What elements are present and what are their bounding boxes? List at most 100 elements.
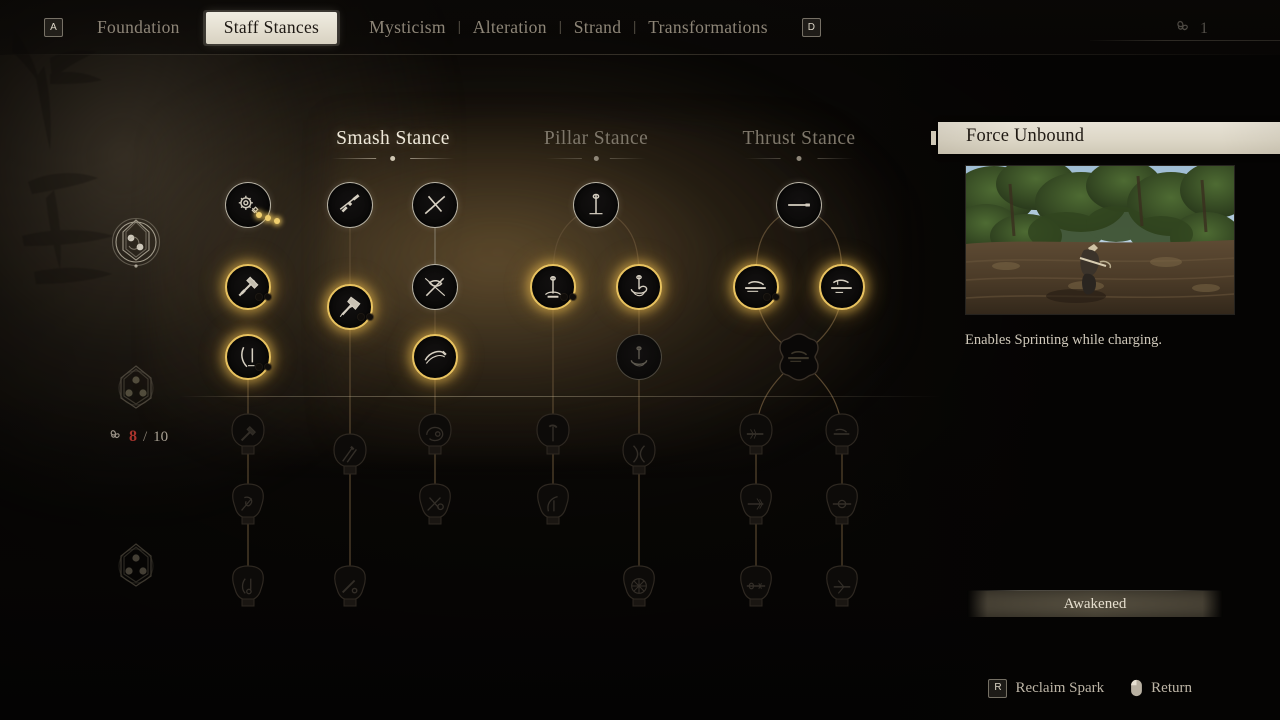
tab-alteration[interactable]: Alteration bbox=[463, 13, 557, 42]
skill-node-bind-thrust[interactable] bbox=[735, 564, 777, 614]
skill-node-slash-block[interactable] bbox=[412, 264, 458, 310]
thrust-line-icon bbox=[788, 203, 810, 207]
hint-reclaim-spark[interactable]: R Reclaim Spark bbox=[988, 678, 1105, 698]
skill-node-heavy-smash[interactable] bbox=[327, 284, 373, 330]
skill-node-double-rod[interactable] bbox=[329, 432, 371, 482]
skill-node-thrust-line[interactable] bbox=[776, 182, 822, 228]
bind-thrust-icon bbox=[746, 582, 766, 590]
thrust-burst-icon bbox=[746, 428, 764, 439]
mouse-icon bbox=[1131, 679, 1143, 697]
skill-node-pillar-swirl[interactable] bbox=[616, 264, 662, 310]
stance-label-pillar: Pillar Stance bbox=[543, 128, 649, 149]
next-tab-key-hint[interactable]: D bbox=[801, 18, 821, 37]
whirl-note-icon bbox=[241, 578, 252, 595]
skill-node-pillar-hook[interactable] bbox=[532, 482, 574, 532]
skill-node-smash-strike[interactable] bbox=[225, 264, 271, 310]
stance-header-pillar[interactable]: Pillar Stance bbox=[544, 128, 648, 162]
tab-staff-stances[interactable]: Staff Stances bbox=[202, 9, 341, 46]
spark-cost-current: 8 bbox=[129, 428, 137, 445]
skill-node-scissor-cross[interactable] bbox=[618, 432, 660, 482]
tab-foundation[interactable]: Foundation bbox=[87, 13, 190, 42]
hint-return[interactable]: Return bbox=[1130, 679, 1192, 697]
skill-node-thrust-lunge[interactable] bbox=[821, 412, 863, 462]
skill-node-pillar-pole[interactable] bbox=[573, 182, 619, 228]
keycap-icon: R bbox=[988, 678, 1008, 698]
skill-node-staff-thrust[interactable] bbox=[327, 182, 373, 228]
skill-node-cross-drop[interactable] bbox=[414, 482, 456, 532]
thrust-flare-icon bbox=[747, 498, 764, 510]
three-dot-emblem-2[interactable] bbox=[105, 534, 167, 596]
skill-node-pinwheel[interactable] bbox=[618, 564, 660, 614]
skill-status-button[interactable]: Awakened bbox=[967, 590, 1223, 617]
pinwheel-icon bbox=[631, 578, 647, 594]
skill-node-comet-smash[interactable] bbox=[414, 412, 456, 462]
stance-underline-thrust bbox=[743, 155, 856, 162]
skill-node-rod-spin[interactable] bbox=[329, 564, 371, 614]
pillar-hook-icon bbox=[547, 496, 558, 512]
class-emblem-rail: 8 / 10 bbox=[105, 210, 175, 596]
skill-node-thrust-dash[interactable] bbox=[733, 264, 779, 310]
skill-title-left-tick bbox=[931, 131, 936, 145]
hint-label-reclaim-spark: Reclaim Spark bbox=[1015, 679, 1105, 696]
tab-transformations[interactable]: Transformations bbox=[638, 13, 778, 42]
node-rank-pips bbox=[256, 212, 280, 224]
pillar-slam-icon bbox=[630, 346, 648, 367]
node-rank-pips bbox=[358, 314, 373, 320]
node-rank-pips bbox=[256, 294, 271, 300]
pillar-raise-icon bbox=[548, 423, 558, 441]
skill-node-pillar-strike[interactable] bbox=[530, 264, 576, 310]
footer-hints: R Reclaim Spark Return bbox=[0, 676, 1280, 700]
skill-node-thrust-flare[interactable] bbox=[735, 482, 777, 532]
staff-thrust-icon bbox=[339, 194, 360, 213]
skill-node-pillar-slam[interactable] bbox=[616, 334, 662, 380]
skill-node-gear-orb[interactable] bbox=[225, 182, 280, 228]
stance-header-smash[interactable]: Smash Stance bbox=[332, 128, 454, 162]
spin-guard-icon bbox=[241, 496, 253, 511]
stance-label-smash: Smash Stance bbox=[336, 128, 450, 149]
skill-node-thrust-burst[interactable] bbox=[735, 412, 777, 462]
club-bash-icon bbox=[240, 425, 256, 441]
comet-smash-icon bbox=[426, 426, 444, 441]
double-rod-icon bbox=[342, 445, 357, 463]
skill-node-force-unbound[interactable] bbox=[774, 332, 824, 382]
node-rank-pips bbox=[256, 364, 271, 370]
yin-yang-emblem[interactable] bbox=[105, 210, 167, 272]
thrust-pierce-icon bbox=[831, 279, 852, 293]
stance-label-thrust: Thrust Stance bbox=[742, 128, 856, 149]
skill-node-club-bash[interactable] bbox=[227, 412, 269, 462]
thrust-lunge-icon bbox=[833, 428, 850, 435]
tier-divider bbox=[180, 396, 942, 397]
skill-node-pillar-raise[interactable] bbox=[532, 412, 574, 462]
skill-detail-panel: Force Unbound Enables Sprinting while ch… bbox=[930, 0, 1280, 720]
pillar-swirl-icon bbox=[630, 275, 648, 297]
hint-label-return: Return bbox=[1151, 679, 1192, 696]
force-unbound-icon bbox=[788, 350, 809, 362]
skill-node-hook-swing[interactable] bbox=[225, 334, 271, 380]
three-dot-emblem[interactable] bbox=[105, 356, 167, 418]
spark-cost-display: 8 / 10 bbox=[107, 426, 175, 448]
skill-node-spin-guard[interactable] bbox=[227, 482, 269, 532]
tab-strand[interactable]: Strand bbox=[564, 13, 632, 42]
cross-drop-icon bbox=[427, 497, 444, 511]
stance-underline-smash bbox=[332, 155, 454, 162]
skill-node-fork-thrust[interactable] bbox=[821, 564, 863, 614]
prev-tab-key-hint[interactable]: A bbox=[44, 18, 63, 37]
skill-node-sweep-arc[interactable] bbox=[412, 334, 458, 380]
stance-underline-pillar bbox=[544, 155, 648, 162]
node-rank-pips bbox=[764, 294, 779, 300]
ring-thrust-icon bbox=[832, 499, 852, 509]
spark-cost-separator: / bbox=[143, 428, 148, 445]
skill-node-ring-thrust[interactable] bbox=[821, 482, 863, 532]
stance-header-thrust[interactable]: Thrust Stance bbox=[743, 128, 856, 162]
skill-node-whirl-note[interactable] bbox=[227, 564, 269, 614]
skill-title: Force Unbound bbox=[966, 126, 1085, 146]
skill-description: Enables Sprinting while charging. bbox=[965, 332, 1163, 348]
skill-node-crossed-staff[interactable] bbox=[412, 182, 458, 228]
tab-separator-1: | bbox=[457, 19, 461, 35]
skill-node-thrust-pierce[interactable] bbox=[819, 264, 865, 310]
spark-cost-max: 10 bbox=[153, 428, 169, 445]
tab-mysticism[interactable]: Mysticism bbox=[359, 13, 456, 42]
sweep-arc-icon bbox=[424, 350, 447, 364]
spark-triskelion-icon bbox=[107, 426, 124, 448]
skill-title-banner: Force Unbound bbox=[930, 122, 1280, 156]
